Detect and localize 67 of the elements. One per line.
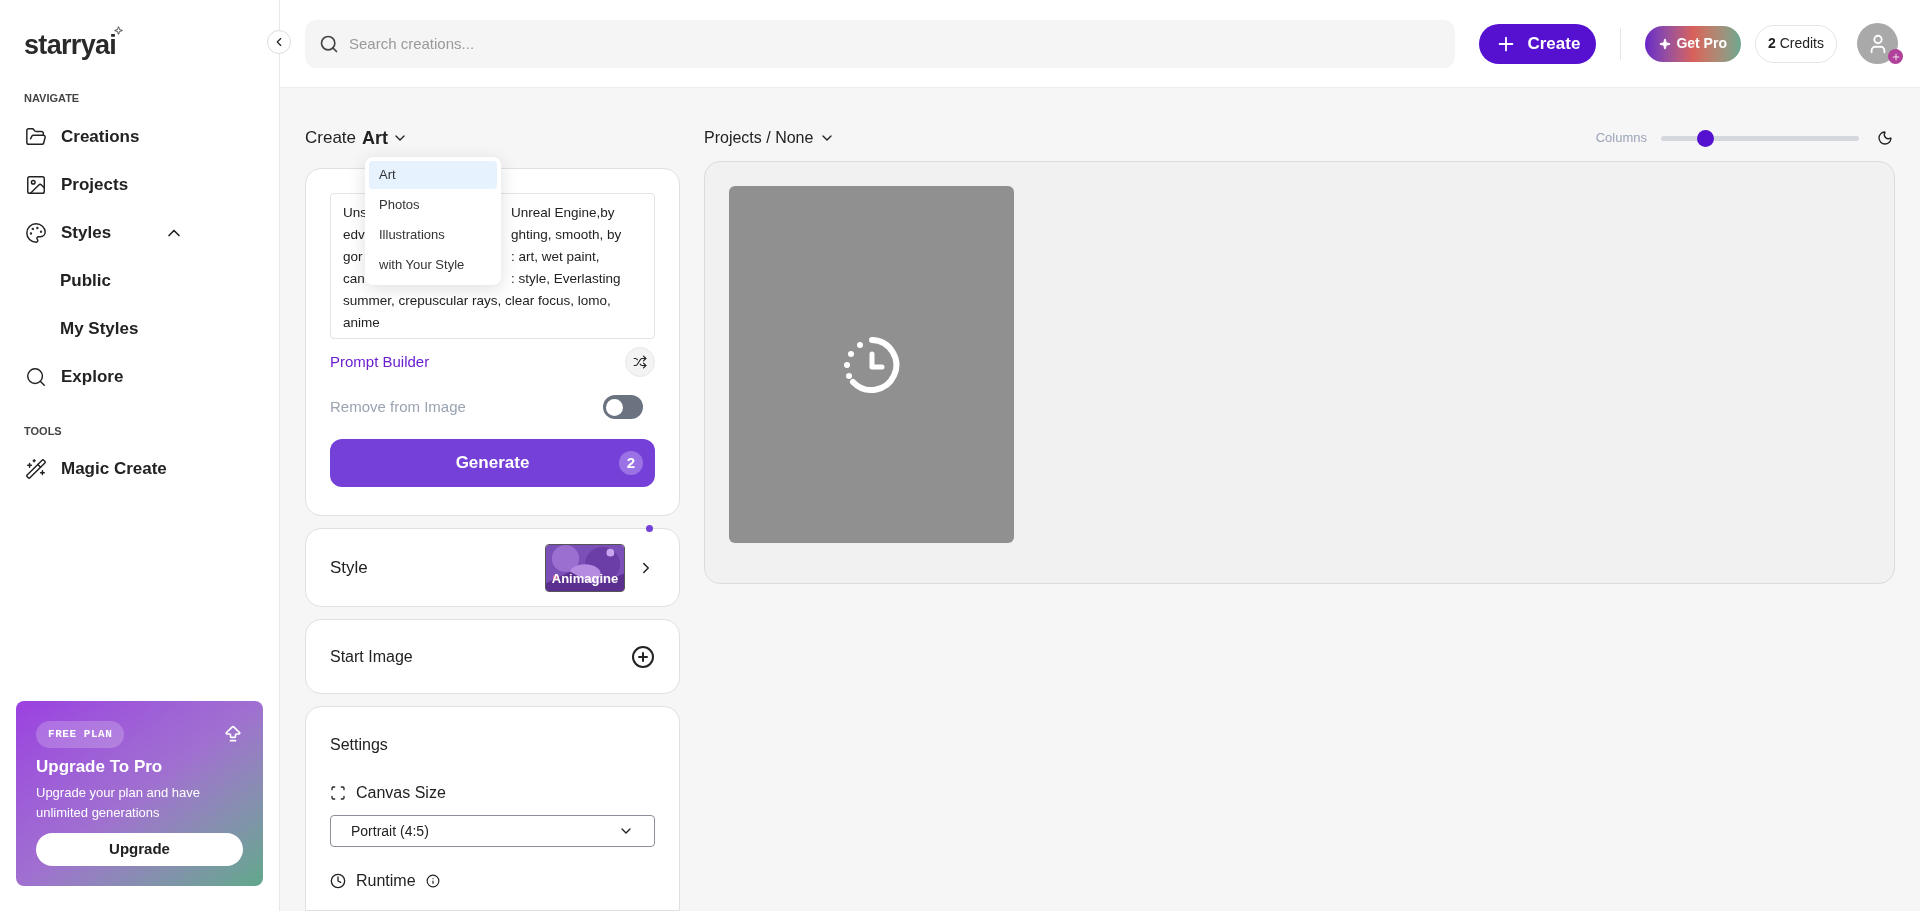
style-label: Style <box>330 556 369 579</box>
search-field[interactable]: Search creations... <box>305 19 1456 68</box>
upgrade-arrow-icon <box>223 724 243 745</box>
shuffle-button[interactable] <box>625 347 655 377</box>
prompt-text: : art, wet paint, <box>511 248 600 266</box>
canvas-size-select[interactable]: Portrait (4:5) <box>330 815 655 847</box>
mode-dropdown[interactable]: Art <box>362 124 409 152</box>
upgrade-title: Upgrade To Pro <box>36 755 164 778</box>
search-icon <box>25 365 47 388</box>
cost-badge: 2 <box>619 451 643 475</box>
prompt-text: gor <box>343 248 363 266</box>
nav-subitem[interactable]: Public <box>0 256 279 305</box>
runtime-label: Runtime <box>356 871 416 891</box>
sparkle-icon <box>114 26 124 35</box>
palette-icon <box>25 221 47 244</box>
prompt-text: can <box>343 270 365 288</box>
remove-from-image-label: Remove from Image <box>330 396 466 417</box>
prompt-text: anime <box>343 315 380 330</box>
menu-item[interactable]: with Your Style <box>369 251 497 279</box>
nav-item[interactable]: Creations <box>0 112 279 161</box>
style-name: Animagine <box>551 570 619 588</box>
prompt-text: ghting, smooth, by <box>511 226 622 244</box>
logo[interactable]: starryai <box>24 24 117 66</box>
start-image-label: Start Image <box>330 646 413 667</box>
prompt-builder-link[interactable]: Prompt Builder <box>330 350 430 374</box>
columns-label: Columns <box>1595 129 1647 148</box>
plan-badge: FREE PLAN <box>36 721 125 748</box>
upgrade-button[interactable]: Upgrade <box>36 833 243 866</box>
expand-icon <box>330 785 346 801</box>
section-heading: TOOLS <box>23 423 63 439</box>
menu-item[interactable]: Art <box>369 161 497 189</box>
search-icon <box>319 33 339 54</box>
collapse-sidebar-button[interactable] <box>267 30 291 54</box>
info-icon[interactable] <box>425 874 440 888</box>
avatar[interactable] <box>1857 23 1898 64</box>
canvas-size-label: Canvas Size <box>356 783 446 803</box>
toggle-switch[interactable] <box>603 395 643 419</box>
folder-icon <box>25 125 47 148</box>
create-button[interactable]: Create <box>1479 23 1597 64</box>
get-pro-button[interactable]: Get Pro <box>1645 25 1741 62</box>
create-label: Create <box>305 127 357 150</box>
moon-icon[interactable] <box>1877 130 1893 146</box>
prompt-text: edv <box>343 226 365 244</box>
prompt-text: summer, crepuscular rays, clear focus, lomo, <box>343 293 611 308</box>
columns-slider[interactable] <box>1661 129 1859 147</box>
style-thumbnail[interactable]: Animagine <box>545 543 625 592</box>
project-dropdown[interactable]: Projects / None <box>704 126 836 150</box>
section-heading: NAVIGATE <box>23 91 81 106</box>
settings-title: Settings <box>330 735 389 755</box>
nav-item[interactable]: Projects <box>0 160 279 209</box>
image-icon <box>25 173 47 196</box>
add-circle-icon[interactable] <box>631 644 655 669</box>
clock-icon <box>330 873 346 889</box>
prompt-text: Unreal Engine,by <box>511 204 615 222</box>
pro-badge-icon <box>1888 49 1903 64</box>
sparkle-icon <box>1659 37 1672 50</box>
menu-item[interactable]: Illustrations <box>369 221 497 249</box>
generate-button[interactable]: Generate 2 <box>330 439 655 487</box>
prompt-text: : style, Everlasting <box>511 270 621 288</box>
menu-item[interactable]: Photos <box>369 191 497 219</box>
wand-icon <box>25 458 47 480</box>
upgrade-text: Upgrade your plan and have unlimited generations <box>36 784 202 822</box>
nav-item[interactable]: Magic Create <box>0 445 279 493</box>
nav-item[interactable]: Explore <box>0 352 279 401</box>
shuffle-icon <box>633 355 647 369</box>
nav-subitem[interactable]: My Styles <box>0 304 279 353</box>
nav-item[interactable]: Styles <box>0 208 279 257</box>
